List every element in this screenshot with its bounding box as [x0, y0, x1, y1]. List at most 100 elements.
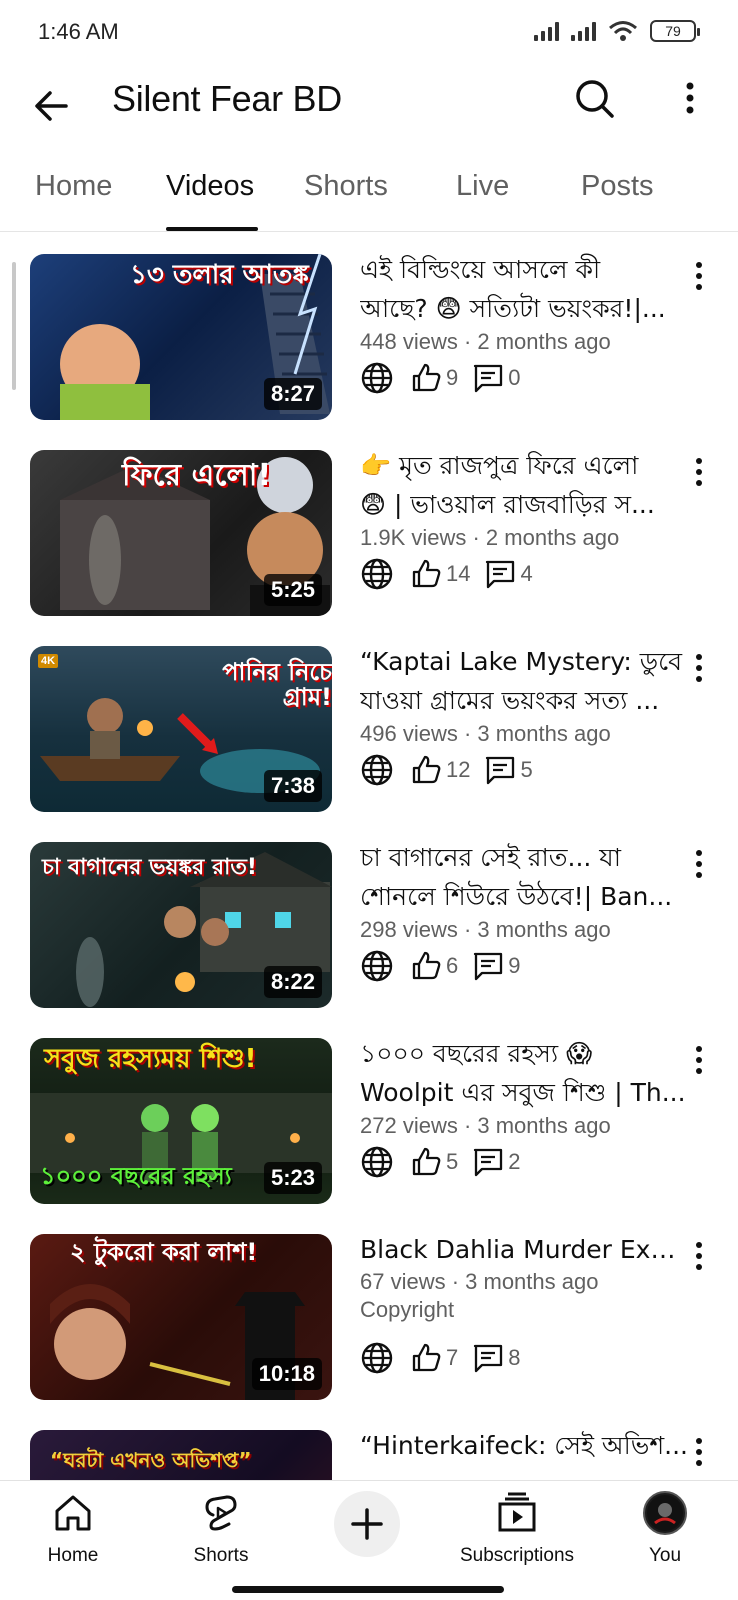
video-title-line: 👉 মৃত রাজপুত্র ফিরে এলো — [360, 451, 639, 480]
channel-title: Silent Fear BD — [112, 78, 342, 119]
video-stats: 7 8 — [360, 1340, 535, 1376]
video-title[interactable]: “Hinterkaifeck: সেই অভিশ... — [360, 1426, 688, 1465]
video-item[interactable]: ফিরে এলো! 5:25 👉 মৃত রাজপুত্র ফিরে এলো 😨… — [0, 430, 738, 626]
video-thumbnail[interactable]: “ঘরটা এখনও অভিশপ্ত” — [30, 1430, 332, 1480]
video-meta: 448 views · 2 months ago — [360, 329, 611, 354]
globe-icon — [361, 558, 393, 590]
video-item[interactable]: চা বাগানের ভয়ঙ্কর রাত! 8:22 চা বাগানের … — [0, 822, 738, 1018]
video-stats: 6 9 — [360, 948, 535, 984]
like-count: 5 — [446, 1149, 459, 1174]
video-title[interactable]: এই বিল্ডিংয়ে আসলে কী আছে? 😨 সত্যিটা ভয়… — [360, 250, 688, 328]
video-duration: 5:25 — [263, 574, 322, 606]
comment-icon — [474, 364, 503, 393]
like-icon — [412, 1343, 441, 1372]
video-meta: 298 views · 3 months ago — [360, 917, 611, 942]
video-title-line: যাওয়া গ্রামের ভয়ংকর সত্য ... — [360, 686, 660, 715]
video-meta: 67 views · 3 months ago Copyright — [360, 1268, 598, 1324]
globe-icon — [361, 362, 393, 394]
like-icon — [412, 1147, 441, 1176]
comment-icon — [474, 1148, 503, 1177]
app-header: Silent Fear BD — [0, 64, 738, 164]
shorts-icon — [205, 1495, 237, 1531]
tab-posts[interactable]: Posts — [581, 170, 654, 203]
nav-label: Subscriptions — [459, 1545, 575, 1566]
video-title[interactable]: চা বাগানের সেই রাত... যা শোনলে শিউরে উঠব… — [360, 838, 688, 916]
4k-badge: 4K — [38, 654, 59, 668]
globe-icon — [361, 1146, 393, 1178]
nav-label: Home — [47, 1545, 99, 1566]
like-icon — [412, 951, 441, 980]
bottom-navigation: Home Shorts Subscriptions You — [0, 1480, 738, 1600]
tab-home[interactable]: Home — [35, 170, 112, 203]
video-title-line: চা বাগানের সেই রাত... যা — [360, 843, 621, 872]
video-title-line: আছে? 😨 সত্যিটা ভয়ংকর!|... — [360, 294, 666, 323]
nav-label: You — [648, 1545, 682, 1566]
comment-icon — [474, 1344, 503, 1373]
video-title[interactable]: ১০০০ বছরের রহস্য 😱 Woolpit এর সবুজ শিশু … — [360, 1034, 688, 1112]
globe-icon — [361, 754, 393, 786]
video-title-line: Black Dahlia Murder Expl... — [360, 1235, 688, 1264]
status-time: 1:46 AM — [38, 19, 119, 44]
video-title-line: শোনলে শিউরে উঠবে!| Ban... — [360, 882, 673, 911]
comment-icon — [474, 952, 503, 981]
back-arrow-icon[interactable] — [28, 82, 76, 130]
channel-logo-icon — [647, 1495, 683, 1531]
video-thumbnail[interactable]: 4K পানির নিচে গ্রাম! 7:38 — [30, 646, 332, 812]
home-icon — [55, 1495, 91, 1531]
more-vertical-icon[interactable] — [690, 1040, 708, 1080]
comment-count: 4 — [520, 561, 533, 586]
video-item[interactable]: “ঘরটা এখনও অভিশপ্ত” “Hinterkaifeck: সেই … — [0, 1410, 738, 1480]
more-vertical-icon[interactable] — [690, 844, 708, 884]
video-item[interactable]: সবুজ রহস্যময় শিশু! ১০০০ বছরের রহস্য 5:2… — [0, 1018, 738, 1214]
video-title-line: Woolpit এর সবুজ শিশু | Th... — [360, 1078, 686, 1107]
video-item[interactable]: ২ টুকরো করা লাশ! 10:18 Black Dahlia Murd… — [0, 1214, 738, 1410]
thumbnail-caption: পানির নিচে গ্রাম! — [222, 658, 332, 712]
comment-count: 2 — [508, 1149, 521, 1174]
globe-icon — [361, 1342, 393, 1374]
video-item[interactable]: ১৩ তলার আতঙ্ক 8:27 এই বিল্ডিংয়ে আসলে কী… — [0, 234, 738, 430]
subscriptions-icon — [498, 1492, 536, 1532]
video-title[interactable]: Black Dahlia Murder Expl... — [360, 1230, 688, 1269]
video-duration: 8:22 — [263, 966, 322, 998]
video-thumbnail[interactable]: ফিরে এলো! 5:25 — [30, 450, 332, 616]
like-icon — [412, 363, 441, 392]
nav-shorts[interactable]: Shorts — [156, 1489, 286, 1567]
create-button[interactable] — [334, 1491, 400, 1557]
video-title[interactable]: “Kaptai Lake Mystery: ডুবে যাওয়া গ্রামে… — [360, 642, 688, 720]
comment-count: 8 — [508, 1345, 521, 1370]
tab-live[interactable]: Live — [456, 170, 509, 203]
copyright-label: Copyright — [360, 1297, 455, 1322]
comment-count: 5 — [520, 757, 533, 782]
tab-videos[interactable]: Videos — [166, 170, 254, 203]
like-count: 9 — [446, 365, 459, 390]
video-thumbnail[interactable]: চা বাগানের ভয়ঙ্কর রাত! 8:22 — [30, 842, 332, 1008]
search-icon[interactable] — [570, 74, 618, 122]
comment-count: 0 — [508, 365, 521, 390]
video-meta: 1.9K views · 2 months ago — [360, 525, 620, 550]
more-vertical-icon[interactable] — [678, 74, 702, 122]
tab-shorts[interactable]: Shorts — [304, 170, 388, 203]
comment-icon — [486, 560, 515, 589]
more-vertical-icon[interactable] — [690, 452, 708, 492]
video-stats: 12 5 — [360, 752, 547, 788]
more-vertical-icon[interactable] — [690, 1432, 708, 1472]
video-thumbnail[interactable]: ১৩ তলার আতঙ্ক 8:27 — [30, 254, 332, 420]
video-thumbnail[interactable]: ২ টুকরো করা লাশ! 10:18 — [30, 1234, 332, 1400]
more-vertical-icon[interactable] — [690, 256, 708, 296]
thumbnail-caption: ফিরে এলো! — [122, 458, 272, 493]
like-icon — [412, 755, 441, 784]
like-count: 7 — [446, 1345, 459, 1370]
nav-subscriptions[interactable]: Subscriptions — [452, 1489, 582, 1567]
thumbnail-subcaption: ১০০০ বছরের রহস্য — [40, 1162, 232, 1190]
video-title-line: ১০০০ বছরের রহস্য 😱 — [360, 1039, 593, 1068]
video-stats: 9 0 — [360, 360, 535, 396]
nav-home[interactable]: Home — [8, 1489, 138, 1567]
nav-you[interactable]: You — [600, 1489, 730, 1567]
video-title[interactable]: 👉 মৃত রাজপুত্র ফিরে এলো 😨 | ভাওয়াল রাজব… — [360, 446, 688, 524]
wifi-icon — [609, 21, 637, 41]
more-vertical-icon[interactable] — [690, 648, 708, 688]
plus-icon — [351, 1508, 383, 1540]
video-thumbnail[interactable]: সবুজ রহস্যময় শিশু! ১০০০ বছরের রহস্য 5:2… — [30, 1038, 332, 1204]
more-vertical-icon[interactable] — [690, 1236, 708, 1276]
video-item[interactable]: 4K পানির নিচে গ্রাম! 7:38 “Kaptai Lake M… — [0, 626, 738, 822]
